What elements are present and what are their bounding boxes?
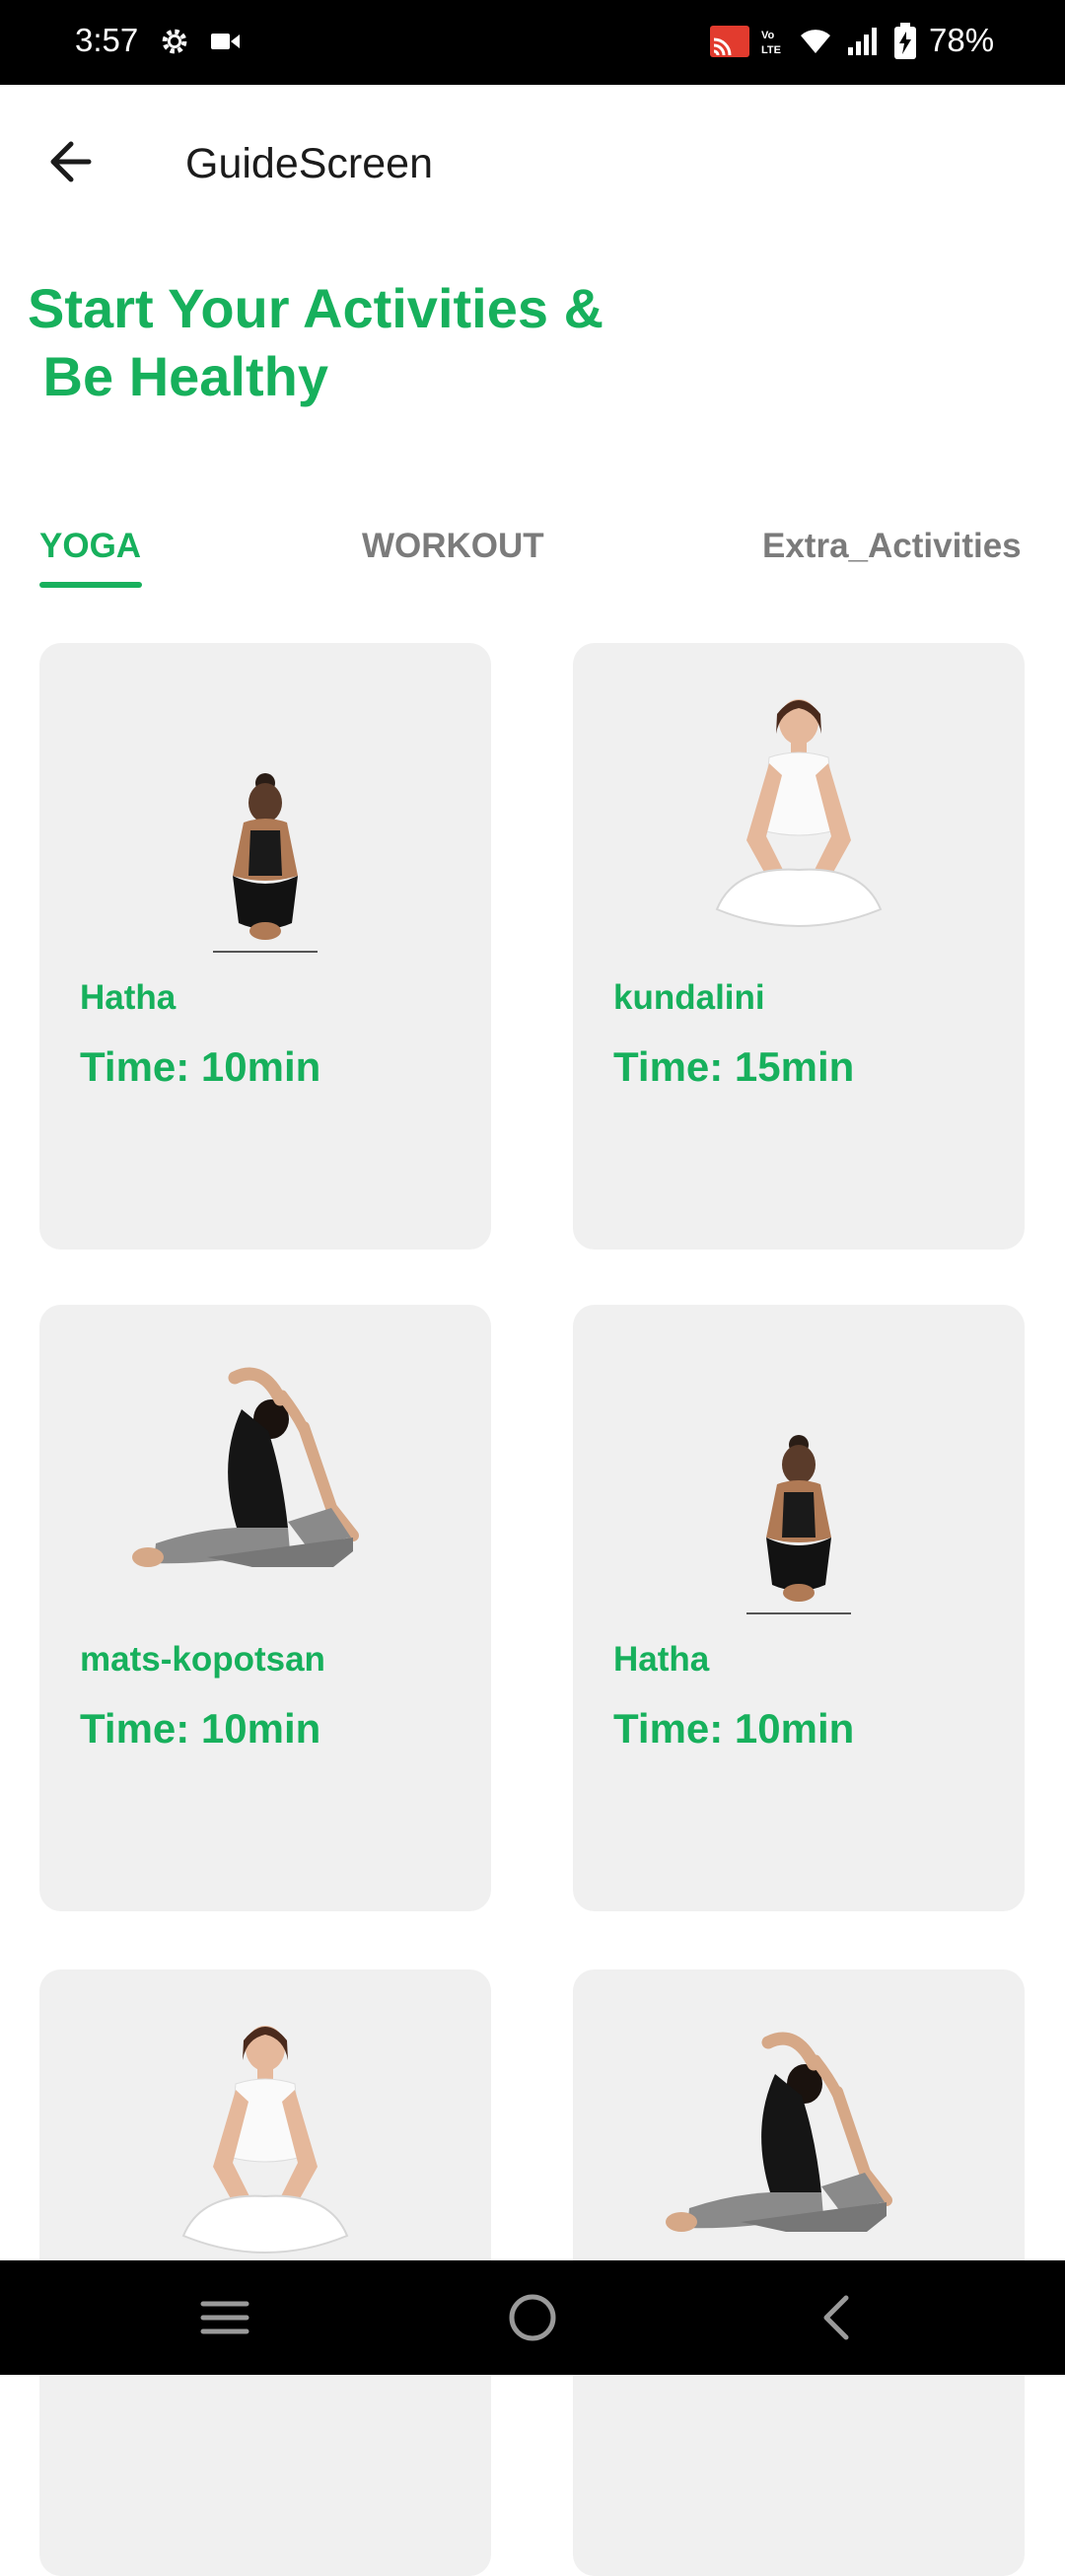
battery-icon <box>893 22 917 61</box>
kneeling-pose-image <box>573 1334 1025 1620</box>
gear-icon <box>158 22 191 61</box>
home-circle-icon <box>509 2294 556 2341</box>
activity-card[interactable]: mats-kopotsan Time: 10min <box>39 1305 491 1911</box>
pigeon-pose-image <box>39 1334 491 1620</box>
home-button[interactable] <box>501 2286 564 2349</box>
activity-name: Hatha <box>80 978 177 1017</box>
signal-icon <box>846 22 880 61</box>
meditation-pose-image <box>39 1999 491 2285</box>
meditation-pose-image <box>573 673 1025 959</box>
back-button[interactable] <box>43 134 99 189</box>
volte-icon: Vo LTE <box>759 22 789 61</box>
cast-icon <box>708 22 751 61</box>
activity-time: Time: 15min <box>613 1043 855 1090</box>
status-time: 3:57 <box>75 22 139 58</box>
back-chevron-icon <box>823 2295 849 2340</box>
svg-text:LTE: LTE <box>761 44 781 56</box>
activity-card[interactable]: Hatha Time: 10min <box>573 1305 1025 1911</box>
activity-time: Time: 10min <box>613 1705 855 1752</box>
nav-back-button[interactable] <box>807 2286 870 2349</box>
arrow-left-icon <box>50 141 92 182</box>
tab-yoga[interactable]: YOGA <box>39 527 141 566</box>
pigeon-pose-image <box>573 1999 1025 2285</box>
menu-button[interactable] <box>193 2286 256 2349</box>
kneeling-pose-image <box>39 673 491 959</box>
activity-time: Time: 10min <box>80 1705 321 1752</box>
battery-percent: 78% <box>929 22 995 58</box>
video-icon <box>211 22 241 61</box>
activity-name: Hatha <box>613 1640 710 1679</box>
svg-text:Vo: Vo <box>761 30 775 41</box>
app-bar: GuideScreen <box>0 85 1065 243</box>
status-bar: 3:57 Vo LTE 78% <box>0 0 1065 85</box>
menu-icon <box>200 2301 249 2334</box>
wifi-icon <box>797 22 834 61</box>
tab-indicator <box>39 582 142 588</box>
tab-workout[interactable]: WORKOUT <box>362 527 544 566</box>
activity-name: mats-kopotsan <box>80 1640 325 1679</box>
app-title: GuideScreen <box>185 140 433 187</box>
tab-bar: YOGA WORKOUT Extra_Activities <box>0 513 1065 592</box>
headline-line-1: Start Your Activities & <box>28 277 604 339</box>
system-nav-bar <box>0 2260 1065 2375</box>
activity-name: kundalini <box>613 978 765 1017</box>
headline: Start Your Activities & Be Healthy <box>28 274 718 410</box>
activity-card[interactable]: kundalini Time: 15min <box>573 643 1025 1250</box>
headline-line-2: Be Healthy <box>28 345 328 407</box>
activity-time: Time: 10min <box>80 1043 321 1090</box>
tab-extra-activities[interactable]: Extra_Activities <box>762 527 1022 566</box>
activity-card[interactable]: Hatha Time: 10min <box>39 643 491 1250</box>
